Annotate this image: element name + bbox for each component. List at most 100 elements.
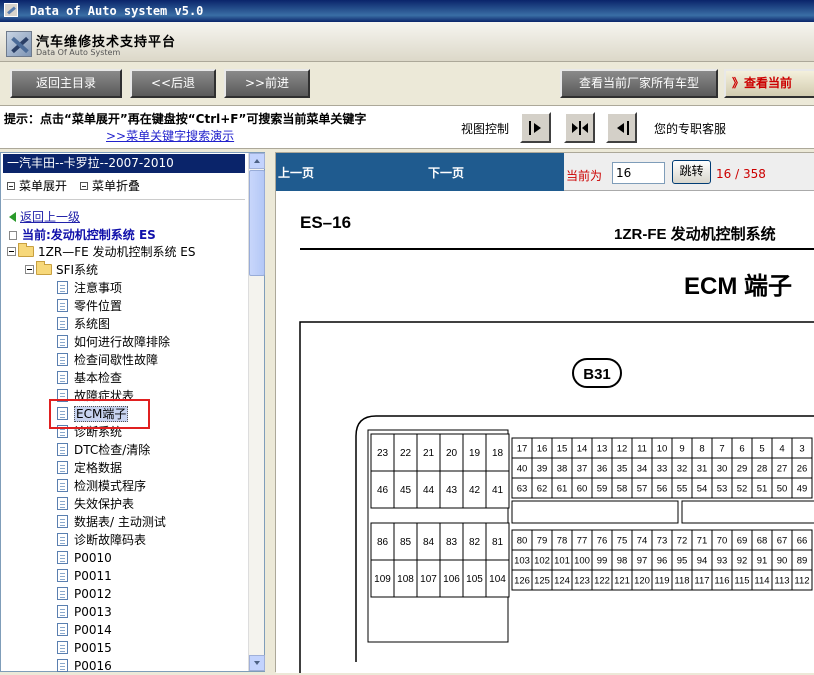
terminal-number: 123 bbox=[574, 575, 590, 586]
app-subtitle: Data Of Auto System bbox=[36, 48, 121, 57]
terminal-number: 126 bbox=[514, 575, 530, 586]
view-split-button[interactable] bbox=[564, 112, 595, 143]
tree-item[interactable]: P0011 bbox=[57, 567, 112, 585]
tree-item-label: 失效保护表 bbox=[74, 497, 135, 511]
all-models-button[interactable]: 查看当前厂家所有车型 bbox=[560, 69, 718, 98]
terminal-number: 104 bbox=[489, 574, 506, 585]
tree-item[interactable]: 检测模式程序 bbox=[57, 477, 146, 495]
tree-item[interactable]: 如何进行故障排除 bbox=[57, 333, 170, 351]
terminal-number: 63 bbox=[517, 483, 528, 494]
expand-menu-button[interactable]: 菜单展开 bbox=[7, 177, 67, 194]
terminal-number: 61 bbox=[557, 483, 568, 494]
tree-item[interactable]: P0013 bbox=[57, 603, 112, 621]
scroll-up-icon[interactable] bbox=[249, 153, 265, 169]
tree-folder-sfi[interactable]: SFI系统 bbox=[25, 261, 98, 279]
expand-square-icon bbox=[7, 182, 15, 190]
tree-item[interactable]: DTC检查/清除 bbox=[57, 441, 150, 459]
tree-item[interactable]: 注意事项 bbox=[57, 279, 122, 297]
terminal-number: 46 bbox=[377, 485, 389, 496]
app-header: 汽车维修技术支持平台 Data Of Auto System bbox=[0, 22, 814, 62]
tree-item[interactable]: P0014 bbox=[57, 621, 112, 639]
terminal-number: 56 bbox=[657, 483, 668, 494]
tree-root[interactable]: 1ZR—FE 发动机控制系统 ES bbox=[7, 243, 196, 261]
document-icon bbox=[57, 623, 68, 636]
tree-item[interactable]: 零件位置 bbox=[57, 297, 122, 315]
scroll-thumb[interactable] bbox=[249, 170, 265, 276]
page-number-input[interactable] bbox=[612, 162, 665, 184]
terminal-number: 78 bbox=[557, 535, 568, 546]
terminal-number: 22 bbox=[400, 448, 412, 459]
terminal-number: 13 bbox=[597, 443, 608, 454]
tree-item[interactable]: P0015 bbox=[57, 639, 112, 657]
terminal-number: 112 bbox=[794, 575, 809, 586]
wrench-logo-icon bbox=[6, 31, 32, 57]
terminal-number: 98 bbox=[617, 555, 628, 566]
tree-item[interactable]: 数据表/ 主动测试 bbox=[57, 513, 166, 531]
terminal-number: 16 bbox=[537, 443, 548, 454]
green-back-arrow-icon bbox=[9, 212, 16, 222]
document-icon bbox=[57, 515, 68, 528]
terminal-number: 55 bbox=[677, 483, 688, 494]
app-system-icon[interactable] bbox=[4, 3, 18, 17]
prev-page-link[interactable]: 上一页 bbox=[278, 164, 314, 181]
scroll-down-icon[interactable] bbox=[249, 655, 265, 671]
terminal-spacer bbox=[681, 500, 814, 524]
home-button[interactable]: 返回主目录 bbox=[10, 69, 122, 98]
view-current-button[interactable]: 》查看当前 bbox=[724, 69, 814, 98]
content-pane: 上一页 下一页 当前为 跳转 16 / 358 ES–16 1ZR-FE 发动机… bbox=[275, 152, 814, 673]
folder-open-icon bbox=[18, 243, 34, 257]
tree-item-label: 系统图 bbox=[74, 317, 111, 331]
collapse-menu-button[interactable]: 菜单折叠 bbox=[80, 177, 140, 194]
terminal-number: 51 bbox=[757, 483, 768, 494]
tree-item[interactable]: 系统图 bbox=[57, 315, 110, 333]
sidebar-menu: 一汽丰田--卡罗拉--2007-2010 菜单展开 菜单折叠 返回上一级 当前:… bbox=[0, 152, 265, 675]
terminal-number: 90 bbox=[777, 555, 788, 566]
view-expand-left-button[interactable] bbox=[606, 112, 637, 143]
terminal-number: 102 bbox=[534, 555, 550, 566]
back-level-link[interactable]: 返回上一级 bbox=[9, 208, 80, 225]
search-demo-link[interactable]: >>菜单关键字搜索演示 bbox=[106, 127, 234, 144]
tree-item-label: DTC检查/清除 bbox=[74, 443, 151, 457]
jump-button[interactable]: 跳转 bbox=[672, 160, 711, 184]
hint-text: 提示：点击“菜单展开”再在键盘按“Ctrl+F”可搜索当前菜单关键字 bbox=[4, 112, 367, 126]
divider bbox=[3, 199, 245, 200]
document-icon bbox=[57, 371, 68, 384]
tree-item[interactable]: P0016 bbox=[57, 657, 112, 675]
tree-item[interactable]: 检查间歇性故障 bbox=[57, 351, 158, 369]
pane-splitter[interactable] bbox=[265, 152, 275, 672]
tree-item[interactable]: 诊断故障码表 bbox=[57, 531, 146, 549]
terminal-number: 12 bbox=[617, 443, 628, 454]
terminal-number: 75 bbox=[617, 535, 628, 546]
view-expand-right-button[interactable] bbox=[520, 112, 551, 143]
sidebar-scrollbar[interactable] bbox=[248, 153, 265, 671]
tree-item-label: 定格数据 bbox=[74, 461, 123, 475]
tree-item[interactable]: 定格数据 bbox=[57, 459, 122, 477]
collapse-toggle-icon[interactable] bbox=[25, 265, 34, 274]
customer-service-link[interactable]: 您的专职客服 bbox=[654, 120, 726, 137]
terminal-number: 43 bbox=[446, 485, 458, 496]
expand-menu-label: 菜单展开 bbox=[19, 179, 68, 193]
terminal-number: 70 bbox=[717, 535, 728, 546]
terminal-number: 116 bbox=[714, 575, 729, 586]
terminal-number: 80 bbox=[517, 535, 528, 546]
terminal-number: 15 bbox=[557, 443, 568, 454]
tree-item-label: P0016 bbox=[74, 659, 112, 673]
back-button[interactable]: <<后退 bbox=[130, 69, 216, 98]
tree-item[interactable]: P0010 bbox=[57, 549, 112, 567]
tree-item[interactable]: 基本检查 bbox=[57, 369, 122, 387]
terminal-number: 21 bbox=[423, 448, 435, 459]
document-icon bbox=[57, 299, 68, 312]
current-page-label: 当前为 bbox=[566, 169, 603, 183]
arrow-left-icon bbox=[617, 121, 629, 135]
model-title: 一汽丰田--卡罗拉--2007-2010 bbox=[3, 154, 245, 173]
collapse-toggle-icon[interactable] bbox=[7, 247, 16, 256]
split-view-icon bbox=[572, 121, 588, 135]
highlight-box bbox=[49, 399, 150, 429]
tree-item[interactable]: P0012 bbox=[57, 585, 112, 603]
forward-button[interactable]: >>前进 bbox=[224, 69, 310, 98]
terminal-number: 20 bbox=[446, 448, 458, 459]
window-title-bar: Data of Auto system v5.0 bbox=[0, 0, 814, 22]
tree-item[interactable]: 失效保护表 bbox=[57, 495, 134, 513]
next-page-link[interactable]: 下一页 bbox=[428, 164, 464, 181]
terminal-number: 40 bbox=[517, 463, 528, 474]
